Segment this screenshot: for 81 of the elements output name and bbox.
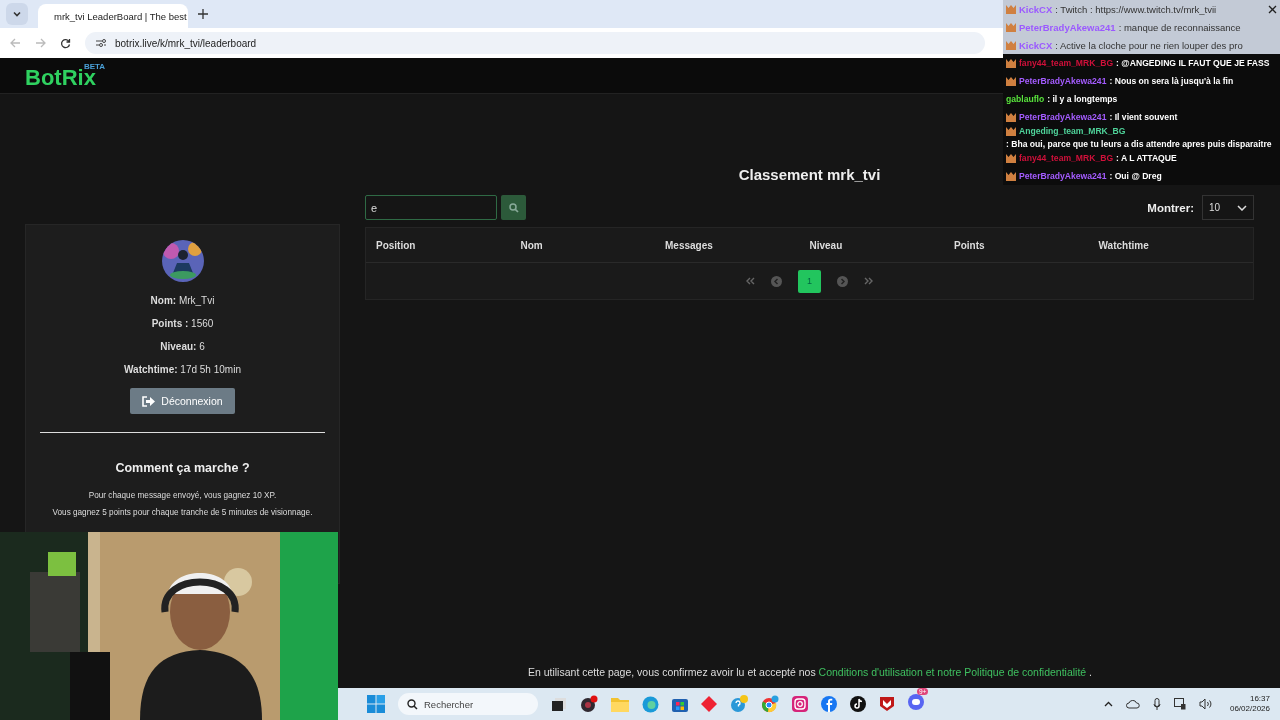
next-page-icon[interactable] <box>837 275 848 287</box>
url-text: botrix.live/k/mrk_tvi/leaderboard <box>115 37 257 49</box>
chat-text: : Il vient souvent <box>1109 112 1178 122</box>
chrome-icon[interactable] <box>761 695 779 713</box>
search-icon <box>508 202 519 213</box>
clock-date[interactable]: 06/02/2026 <box>1229 704 1270 715</box>
chat-text: : Twitch : https://www.twitch.tv/mrk_tvii <box>1055 3 1217 15</box>
chat-text: : @ANGEDING IL FAUT QUE JE FASS <box>1116 58 1270 68</box>
browser-tab[interactable]: mrk_tvi LeaderBoard | The best <box>38 4 188 28</box>
column-header: Watchtime <box>1098 239 1150 251</box>
beta-label: BETA <box>83 62 106 71</box>
chat-app-icon[interactable] <box>908 694 924 710</box>
logout-button[interactable]: Déconnexion <box>130 388 235 414</box>
help-icon[interactable] <box>730 695 748 713</box>
chat-username: fany44_team_MRK_BG <box>1019 58 1114 68</box>
logout-icon <box>142 395 156 407</box>
column-header: Nom <box>520 239 544 251</box>
network-icon[interactable] <box>1173 698 1186 710</box>
new-tab-icon[interactable] <box>198 9 208 19</box>
windows-start-icon[interactable] <box>367 695 385 713</box>
show-label: Montrer: <box>1147 201 1194 214</box>
address-field[interactable]: botrix.live/k/mrk_tvi/leaderboard <box>85 32 985 54</box>
chat-text: : il y a longtemps <box>1047 94 1118 104</box>
site-settings-icon[interactable] <box>95 38 107 48</box>
previous-page-icon[interactable] <box>771 275 782 287</box>
browser-icon[interactable] <box>642 695 659 713</box>
music-note-icon[interactable] <box>850 696 866 712</box>
column-header: Messages <box>665 239 714 251</box>
column-header: Position <box>376 239 417 251</box>
chevron-down-icon <box>1237 204 1247 211</box>
shield-icon[interactable] <box>879 696 895 712</box>
chat-username: PeterBradyAkewa241 <box>1019 76 1107 86</box>
chat-text: : Oui @ Dreg <box>1109 171 1162 181</box>
microphone-icon[interactable] <box>1152 697 1161 711</box>
info-text: Vous gagnez 5 points pour chaque tranche de 5 minutes de visionnage. <box>52 508 313 517</box>
reload-icon[interactable] <box>60 37 71 49</box>
last-page-icon[interactable] <box>864 277 874 285</box>
chat-text: : A L ATTAQUE <box>1116 153 1177 163</box>
speaker-icon[interactable] <box>1198 698 1213 710</box>
profile-field: Nom: Mrk_Tvi <box>150 295 215 306</box>
tab-list-button[interactable] <box>6 3 28 25</box>
store-icon[interactable] <box>672 696 688 712</box>
chevron-up-icon[interactable] <box>1103 701 1113 707</box>
chat-username: PeterBradyAkewa241 <box>1019 171 1107 181</box>
profile-field: Points : 1560 <box>151 318 214 329</box>
chat-text: : Nous on sera là jusqu'à la fin <box>1109 76 1234 86</box>
instagram-icon[interactable] <box>792 696 808 712</box>
chat-text: : Bha oui, parce que tu leurs a dis attendre apres puis disparaitre <box>1006 139 1272 149</box>
search-field[interactable]: e <box>365 195 497 220</box>
profile-field: Watchtime: 17d 5h 10min <box>124 364 241 375</box>
column-header: Points <box>954 239 986 251</box>
chat-username: gablauflo <box>1006 94 1045 104</box>
first-page-icon[interactable] <box>745 277 755 285</box>
chat-username: KickCX <box>1019 39 1053 51</box>
chat-text: : Active la cloche pour ne rien louper des pro <box>1055 39 1243 51</box>
info-text: Pour chaque message envoyé, vous gagnez 10 XP. <box>88 491 277 500</box>
tab-title: mrk_tvi LeaderBoard | The best <box>54 10 187 22</box>
chat-username: KickCX <box>1019 3 1053 15</box>
chat-username: Angeding_team_MRK_BG <box>1019 126 1126 136</box>
profile-field: Niveau: 6 <box>160 341 205 352</box>
terms-link[interactable]: Conditions d'utilisation et notre Politique de confidentialité <box>818 665 1087 678</box>
leaderboard-title: Classement mrk_tvi <box>738 166 881 183</box>
diamond-icon[interactable] <box>701 696 717 712</box>
task-view-icon[interactable] <box>551 696 567 712</box>
search-icon <box>407 698 418 710</box>
clock-time[interactable]: 16:37 <box>1249 693 1270 704</box>
chat-username: fany44_team_MRK_BG <box>1019 153 1114 163</box>
section-title: Comment ça marche ? <box>115 461 250 475</box>
close-icon[interactable] <box>1268 4 1277 14</box>
facebook-icon[interactable] <box>821 696 837 712</box>
chat-username: PeterBradyAkewa241 <box>1019 21 1116 33</box>
chevron-down-icon <box>12 9 22 19</box>
taskbar-search-field[interactable]: Rechercher <box>398 693 538 715</box>
chat-text: : manque de reconnaissance <box>1118 21 1241 33</box>
page-size-select[interactable]: 10 <box>1202 195 1254 220</box>
cloud-icon[interactable] <box>1125 699 1140 709</box>
terms-text: En utilisant cette page, vous confirmez avoir lu et accepté nos Conditions d'utilisation et notre Politique de confidentialité . <box>527 665 1093 678</box>
chat-username: PeterBradyAkewa241 <box>1019 112 1107 122</box>
column-header: Niveau <box>809 239 844 251</box>
search-button[interactable] <box>501 195 526 220</box>
camera-app-icon[interactable] <box>580 695 598 713</box>
